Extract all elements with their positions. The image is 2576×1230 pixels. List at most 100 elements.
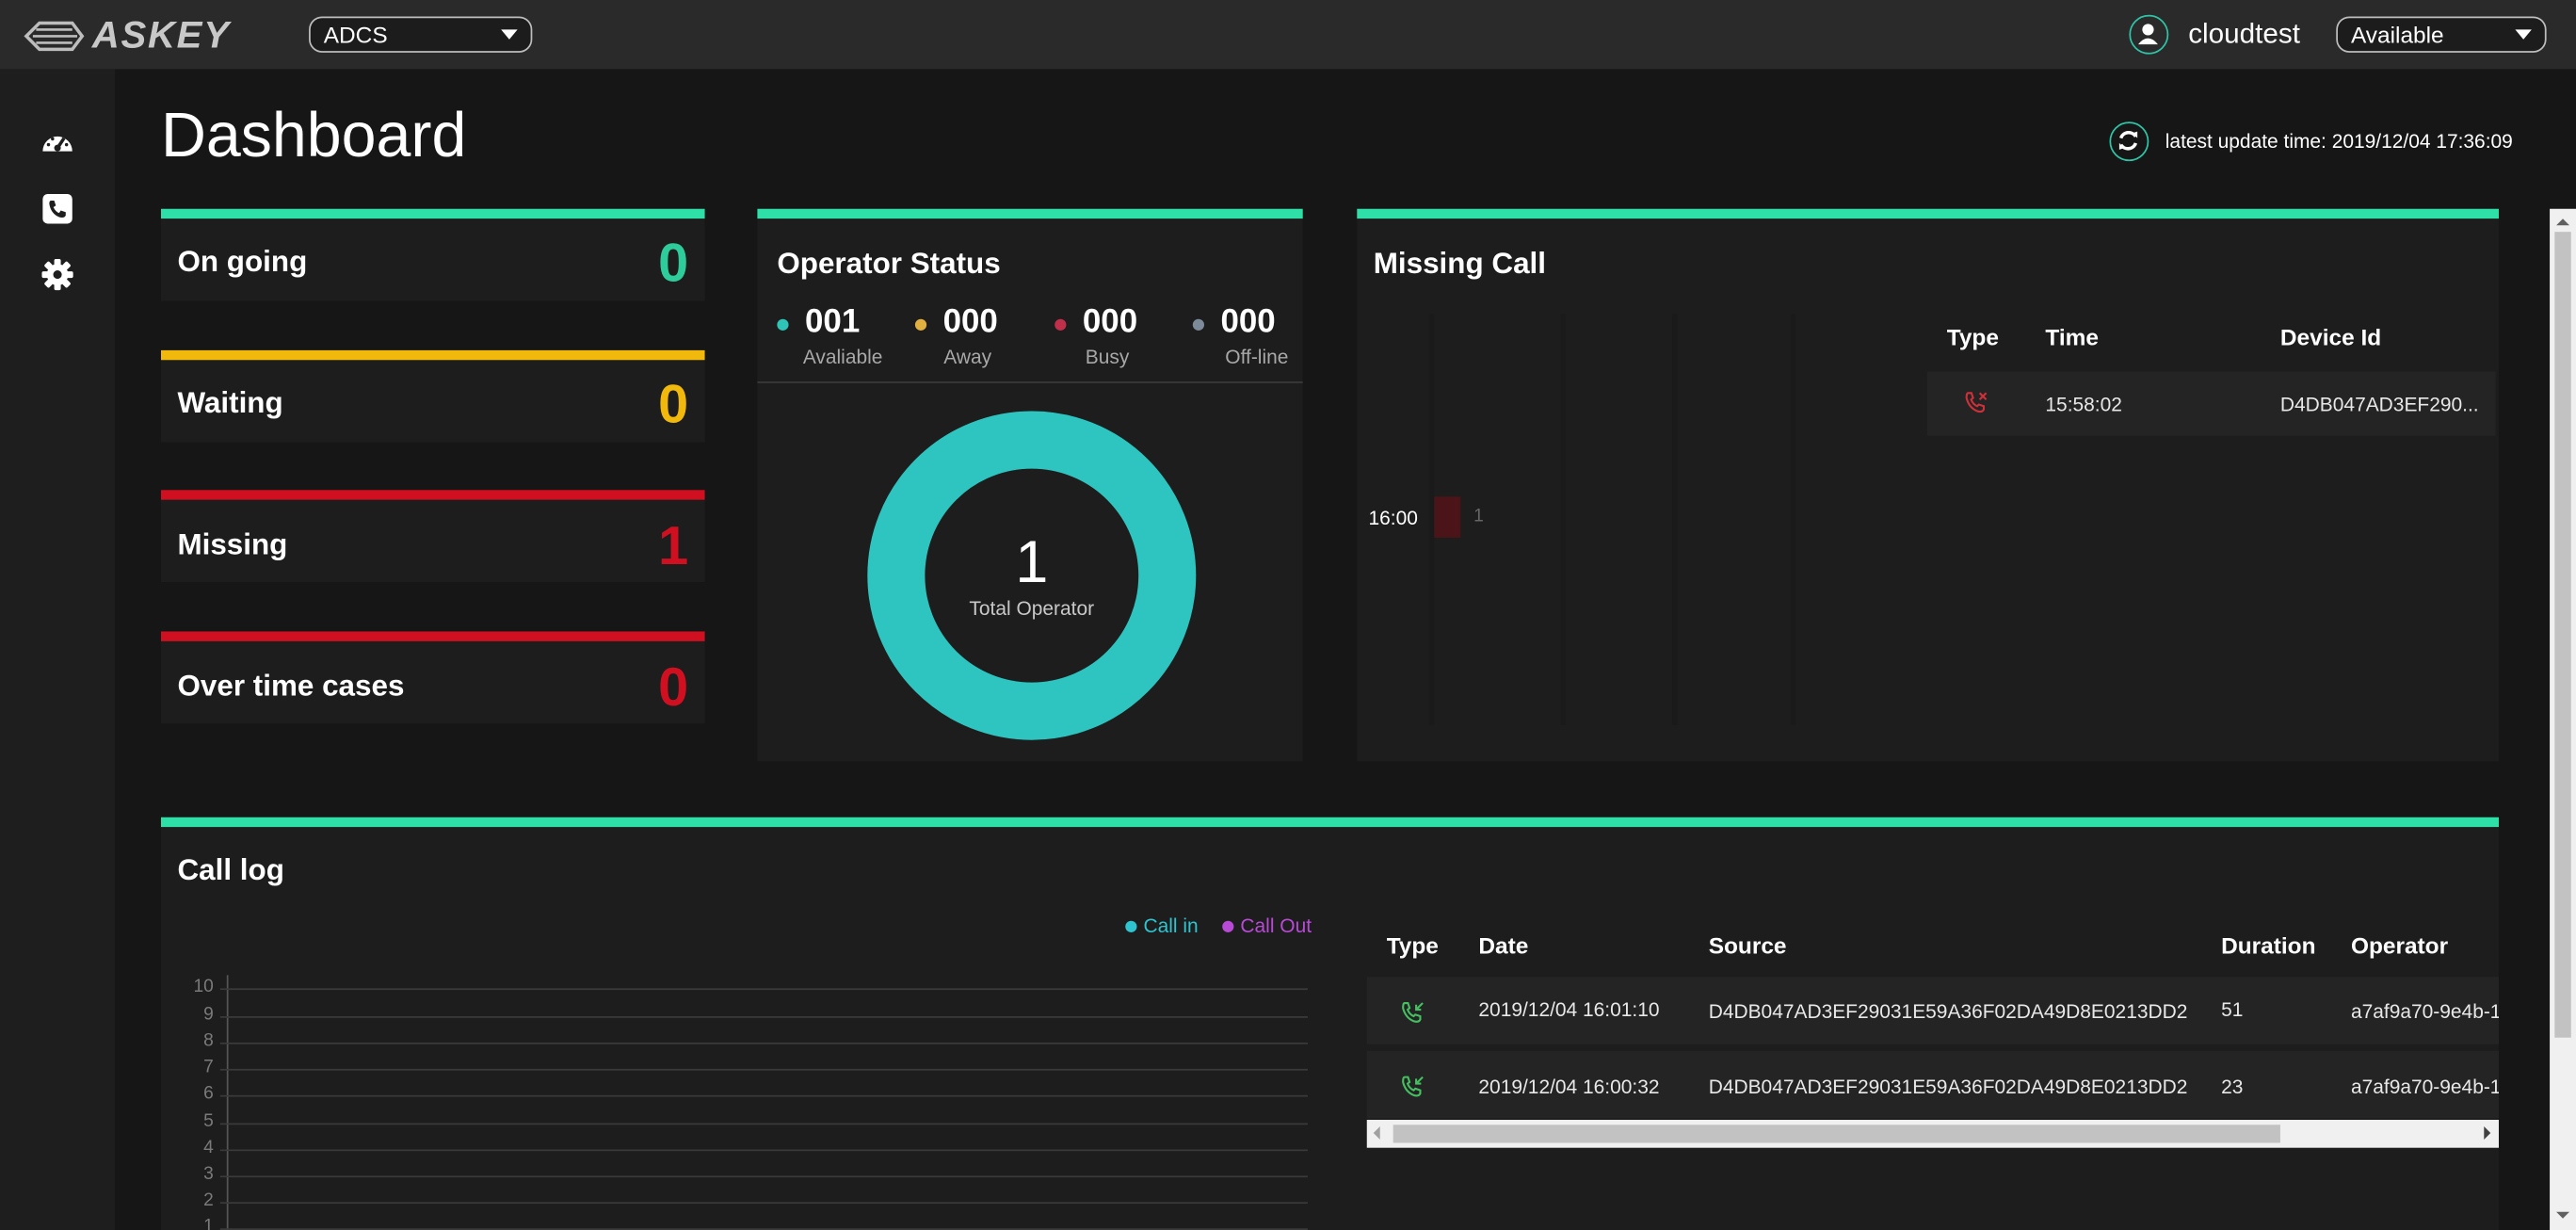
- column-header-type: Type: [1386, 931, 1439, 959]
- username[interactable]: cloudtest: [2188, 18, 2300, 51]
- column-header-date: Date: [1478, 931, 1529, 959]
- grid-line: [219, 1202, 1308, 1205]
- operator-status-card: Operator Status 001 Avaliable 000 Away 0…: [757, 218, 1303, 762]
- call-log-bar: [161, 817, 2499, 828]
- scrollbar-thumb[interactable]: [2554, 232, 2571, 1038]
- missing-bar: [161, 490, 705, 500]
- y-tick: 7: [203, 1057, 214, 1077]
- stat-value: 0: [658, 373, 689, 434]
- page-vertical-scrollbar[interactable]: [2550, 208, 2576, 1230]
- gear-icon[interactable]: [40, 256, 75, 292]
- chevron-down-icon: [2515, 29, 2532, 40]
- call-operator: a7af9a70-9e4b-1: [2350, 1075, 2499, 1099]
- sidebar: [0, 69, 116, 1230]
- table-horizontal-scrollbar[interactable]: [1366, 1120, 2499, 1148]
- grid-line: [219, 1149, 1308, 1152]
- missing-call-device-id: D4DB047AD3EF290...: [2279, 393, 2479, 416]
- chart-time-label: 16:00: [1368, 506, 1418, 530]
- grid-line: [219, 1016, 1308, 1018]
- y-tick: 8: [203, 1030, 214, 1051]
- grid-line: [219, 1123, 1308, 1125]
- top-bar: ASKEY ADCS cloudtest Available: [0, 0, 2576, 70]
- column-header-type: Type: [1946, 323, 1999, 350]
- scroll-down-icon[interactable]: [2556, 1211, 2570, 1219]
- call-source: D4DB047AD3EF29031E59A36F02DA49D8E0213DD2: [1708, 1075, 2188, 1099]
- chart-column: [1560, 314, 1566, 725]
- column-header-time: Time: [2045, 323, 2099, 350]
- status-dot: [1055, 318, 1067, 331]
- y-tick: 2: [203, 1190, 214, 1211]
- y-tick: 6: [203, 1083, 214, 1104]
- missing-call-bar: [1357, 208, 2499, 219]
- missing-call-chart: 1: [1429, 314, 1922, 725]
- table-row[interactable]: 2019/12/04 16:00:32 D4DB047AD3EF29031E59…: [1366, 1050, 2499, 1119]
- y-tick: 5: [203, 1111, 214, 1132]
- missed-call-icon: [1965, 392, 1988, 413]
- grid-line: [219, 988, 1308, 991]
- grid-line: [219, 1175, 1308, 1178]
- legend-call-out[interactable]: Call Out: [1240, 914, 1312, 937]
- table-row[interactable]: 15:58:02 D4DB047AD3EF290...: [1926, 371, 2496, 436]
- stat-value: 0: [658, 232, 689, 293]
- stat-card-ongoing: On going 0: [161, 218, 705, 301]
- status-dot: [777, 318, 789, 331]
- operator-status-bar: [757, 208, 1303, 219]
- scroll-left-icon[interactable]: [1373, 1126, 1380, 1140]
- incoming-call-icon: [1402, 1076, 1424, 1097]
- y-tick: 3: [203, 1164, 214, 1185]
- ongoing-bar: [161, 208, 705, 219]
- legend-dot-call-in: [1125, 920, 1137, 932]
- user-avatar-icon[interactable]: [2129, 14, 2169, 55]
- scroll-right-icon[interactable]: [2484, 1126, 2491, 1140]
- missing-call-card: Missing Call 1 16:00 Type Time Device Id…: [1357, 218, 2499, 762]
- call-date: 2019/12/04 16:00:32: [1478, 1075, 1660, 1099]
- divider: [757, 381, 1303, 383]
- status-dot: [914, 318, 927, 331]
- chart-column: [1790, 314, 1796, 725]
- stat-label: On going: [177, 245, 308, 279]
- grid-line: [219, 1094, 1308, 1097]
- heat-cell: [1434, 496, 1461, 538]
- refresh-icon[interactable]: [2109, 121, 2149, 162]
- call-log-card: Call log Call in Call Out 10 9 8 7 6 5 4: [161, 827, 2499, 1230]
- call-duration: 23: [2221, 1075, 2244, 1099]
- incoming-call-icon: [1402, 1002, 1424, 1023]
- chart-column: [1672, 314, 1678, 725]
- operator-status-title: Operator Status: [777, 246, 1001, 280]
- status-select-value: Available: [2350, 21, 2444, 48]
- y-tick: 9: [203, 1004, 214, 1025]
- column-header-operator: Operator: [2350, 931, 2449, 959]
- scrollbar-thumb[interactable]: [1393, 1125, 2280, 1143]
- call-log-chart: 10 9 8 7 6 5 4 3 2 1: [161, 975, 1311, 1230]
- stat-card-waiting: Waiting 0: [161, 360, 705, 443]
- overtime-bar: [161, 631, 705, 641]
- table-row[interactable]: 2019/12/04 16:01:10 D4DB047AD3EF29031E59…: [1366, 977, 2499, 1044]
- chevron-down-icon: [501, 29, 518, 40]
- stat-label: Waiting: [177, 386, 283, 420]
- status-select[interactable]: Available: [2336, 16, 2547, 53]
- page-title: Dashboard: [161, 102, 467, 171]
- stat-value: 0: [658, 655, 689, 718]
- scroll-up-icon[interactable]: [2556, 218, 2570, 226]
- operator-count: 000: [1220, 304, 1276, 341]
- column-header-device-id: Device Id: [2279, 323, 2382, 350]
- legend-call-in[interactable]: Call in: [1143, 914, 1198, 937]
- missing-call-time: 15:58:02: [2045, 393, 2122, 416]
- stat-label: Missing: [177, 527, 288, 561]
- y-axis: [226, 975, 229, 1230]
- call-date: 2019/12/04 16:01:10: [1478, 997, 1660, 1022]
- y-tick: 1: [203, 1217, 214, 1230]
- operator-label: Away: [943, 345, 992, 369]
- operator-label: Avaliable: [802, 345, 883, 369]
- askey-logo-icon: [24, 21, 85, 52]
- stat-card-overtime: Over time cases 0: [161, 640, 705, 724]
- grid-line: [219, 1042, 1308, 1044]
- waiting-bar: [161, 349, 705, 361]
- latest-update-time: latest update time: 2019/12/04 17:36:09: [2165, 129, 2513, 154]
- project-select[interactable]: ADCS: [309, 16, 533, 53]
- stat-value: 1: [658, 514, 689, 576]
- stat-label: Over time cases: [177, 669, 405, 703]
- logo-text: ASKEY: [91, 12, 231, 57]
- phone-icon[interactable]: [40, 191, 75, 227]
- dashboard-icon[interactable]: [40, 125, 75, 161]
